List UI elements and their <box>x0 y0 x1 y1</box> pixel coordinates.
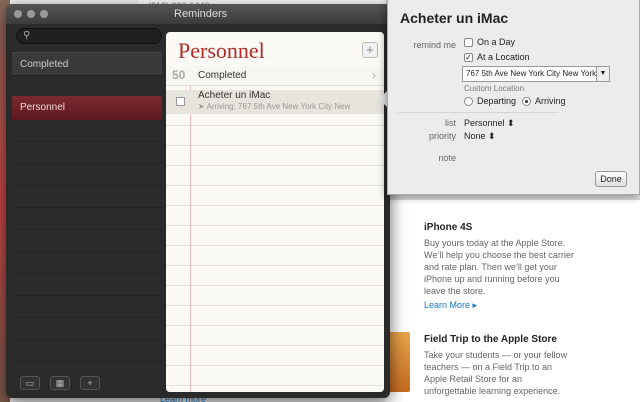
at-a-location-checkbox[interactable]: ✓ <box>464 53 473 62</box>
article-body: Take your students — or your fellow teac… <box>424 350 568 396</box>
pad-margin-line <box>190 86 191 392</box>
checkmark-icon: ✓ <box>465 53 472 62</box>
reminder-row[interactable]: Acheter un iMac ➤ Arriving: 767 5th Ave … <box>166 90 384 114</box>
sidebar-item-label: Completed <box>20 59 69 70</box>
calendar-icon: ▦ <box>55 378 65 388</box>
on-a-day-checkbox[interactable] <box>464 38 473 47</box>
sidebar-icon: ▭ <box>25 378 35 388</box>
show-hide-sidebar-button[interactable]: ▭ <box>20 376 40 390</box>
reminder-checkbox[interactable] <box>176 97 185 106</box>
zoom-button[interactable] <box>40 10 48 18</box>
completed-row[interactable]: 50 Completed › <box>166 66 384 86</box>
sidebar-item-personnel[interactable]: Personnel <box>12 96 162 120</box>
window-title: Reminders <box>174 8 228 20</box>
location-arrow-icon: ➤ <box>198 102 205 111</box>
article-title: Field Trip to the Apple Store <box>424 334 557 345</box>
reminder-details-popover: Acheter un iMac remind me On a Day ✓ At … <box>387 0 640 195</box>
chevron-right-icon: ▸ <box>472 300 478 310</box>
calendar-button[interactable]: ▦ <box>50 376 70 390</box>
list-select[interactable]: Personnel ⬍ <box>464 118 515 129</box>
field-trip-photo <box>388 332 410 392</box>
sidebar-item-completed[interactable]: Completed <box>12 52 162 76</box>
location-dropdown[interactable]: ▼ <box>596 66 610 82</box>
done-button[interactable]: Done <box>595 171 627 187</box>
article-iphone: iPhone 4S Buy yours today at the Apple S… <box>424 222 574 311</box>
reminders-window: Reminders ⚲ Completed Personnel ▭ ▦ + Pe… <box>6 4 390 398</box>
titlebar[interactable]: Reminders <box>6 4 390 24</box>
priority-label: priority <box>428 131 456 141</box>
add-list-button[interactable]: + <box>80 376 100 390</box>
list-title: Personnel <box>178 38 265 63</box>
sidebar-item-label: Personnel <box>20 102 66 113</box>
remind-me-label: remind me <box>413 40 456 50</box>
arriving-label: Arriving <box>535 96 566 106</box>
arriving-radio[interactable] <box>522 97 531 106</box>
close-button[interactable] <box>14 10 22 18</box>
completed-label: Completed <box>198 70 247 81</box>
departing-label: Departing <box>477 96 517 106</box>
pad-ruled-lines <box>166 86 384 392</box>
plus-icon: + <box>366 42 374 57</box>
article-title: iPhone 4S <box>424 222 473 233</box>
popover-title: Acheter un iMac <box>400 10 509 26</box>
departing-radio[interactable] <box>464 97 473 106</box>
at-a-location-label: At a Location <box>477 52 530 62</box>
sidebar-empty-area <box>12 120 162 370</box>
note-label: note <box>438 153 456 163</box>
sidebar-toolbar: ▭ ▦ + <box>12 374 162 394</box>
article-body: Buy yours today at the Apple Store. We’l… <box>424 238 574 296</box>
sidebar: ⚲ Completed Personnel <box>12 24 162 376</box>
learn-more-link[interactable]: Learn More <box>424 300 470 310</box>
reminders-list-pad: Personnel + 50 Completed › Acheter un iM… <box>166 32 384 392</box>
article-field-trip: Field Trip to the Apple Store Take your … <box>424 334 574 397</box>
search-input[interactable]: ⚲ <box>16 28 162 44</box>
plus-icon: + <box>87 378 93 388</box>
chevron-down-icon: ▼ <box>599 70 607 77</box>
reminder-title: Acheter un iMac <box>198 90 271 101</box>
minimize-button[interactable] <box>27 10 35 18</box>
completed-count: 50 <box>172 68 186 82</box>
list-label: list <box>445 118 456 128</box>
chevron-right-icon: › <box>372 68 376 82</box>
on-a-day-label: On a Day <box>477 37 516 47</box>
add-reminder-button[interactable]: + <box>362 42 378 58</box>
priority-select[interactable]: None ⬍ <box>464 131 496 142</box>
location-field[interactable]: 767 5th Ave New York City New York <box>462 66 610 82</box>
reminder-location-subtitle: ➤ Arriving: 767 5th Ave New York City Ne… <box>198 102 351 111</box>
search-icon: ⚲ <box>23 30 31 41</box>
note-field[interactable] <box>464 150 614 166</box>
custom-location-link[interactable]: Custom Location <box>464 84 524 93</box>
divider <box>398 112 558 113</box>
